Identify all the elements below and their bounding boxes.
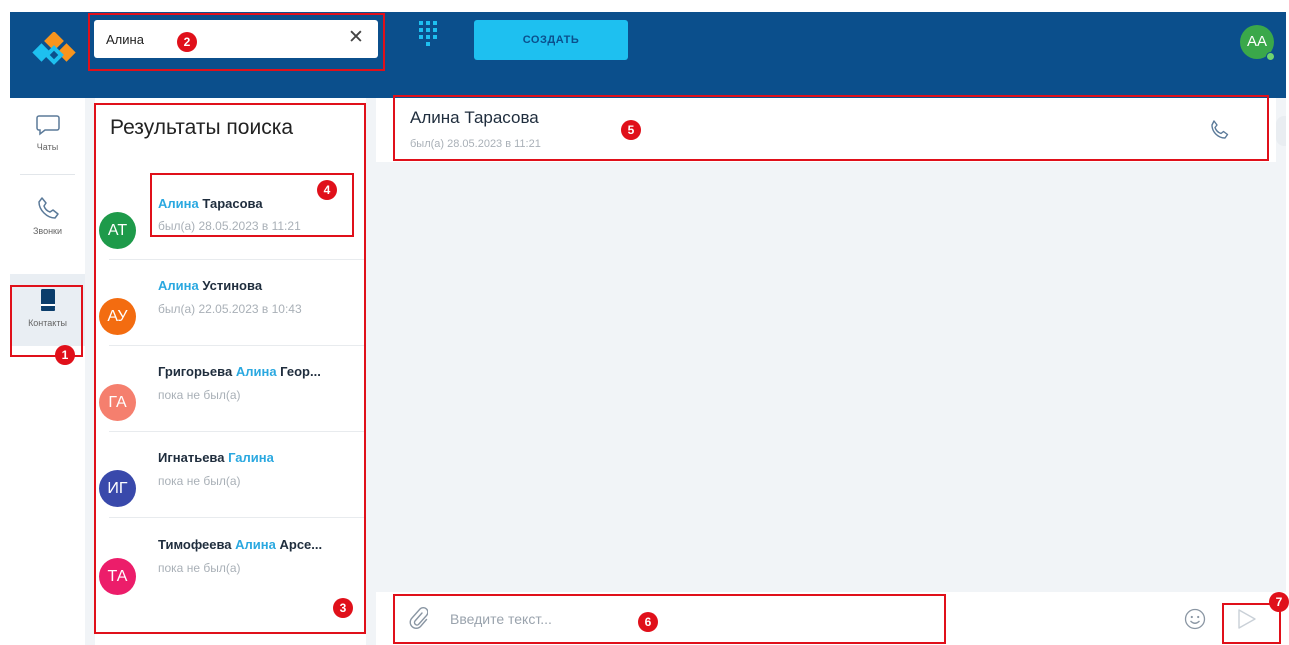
nav-item-calls[interactable]: Звонки [10,182,85,254]
app-logo-icon[interactable] [30,32,78,72]
annotation-badge-2: 2 [177,32,197,52]
create-button[interactable]: СОЗДАТЬ [474,20,628,60]
annotation-box-6 [393,594,946,644]
nav-label-calls: Звонки [32,226,63,236]
chat-bubble-icon [36,115,60,136]
left-nav: Чаты Звонки Контакты [10,98,85,645]
annotation-badge-3: 3 [333,598,353,618]
nav-label-chats: Чаты [36,142,59,152]
annotation-badge-1: 1 [55,345,75,365]
nav-item-chats[interactable]: Чаты [10,98,85,170]
annotation-box-1 [10,285,83,357]
annotation-badge-4: 4 [317,180,337,200]
annotation-box-2 [88,13,385,71]
nav-divider [20,174,75,175]
annotation-badge-6: 6 [638,612,658,632]
emoji-icon[interactable] [1184,608,1206,630]
annotation-box-5 [393,95,1269,161]
dialpad-icon[interactable] [418,20,438,52]
annotation-badge-7: 7 [1269,592,1289,612]
collapse-panel-handle[interactable] [1276,116,1286,146]
online-status-indicator [1266,52,1275,61]
phone-icon [38,197,59,219]
annotation-badge-5: 5 [621,120,641,140]
